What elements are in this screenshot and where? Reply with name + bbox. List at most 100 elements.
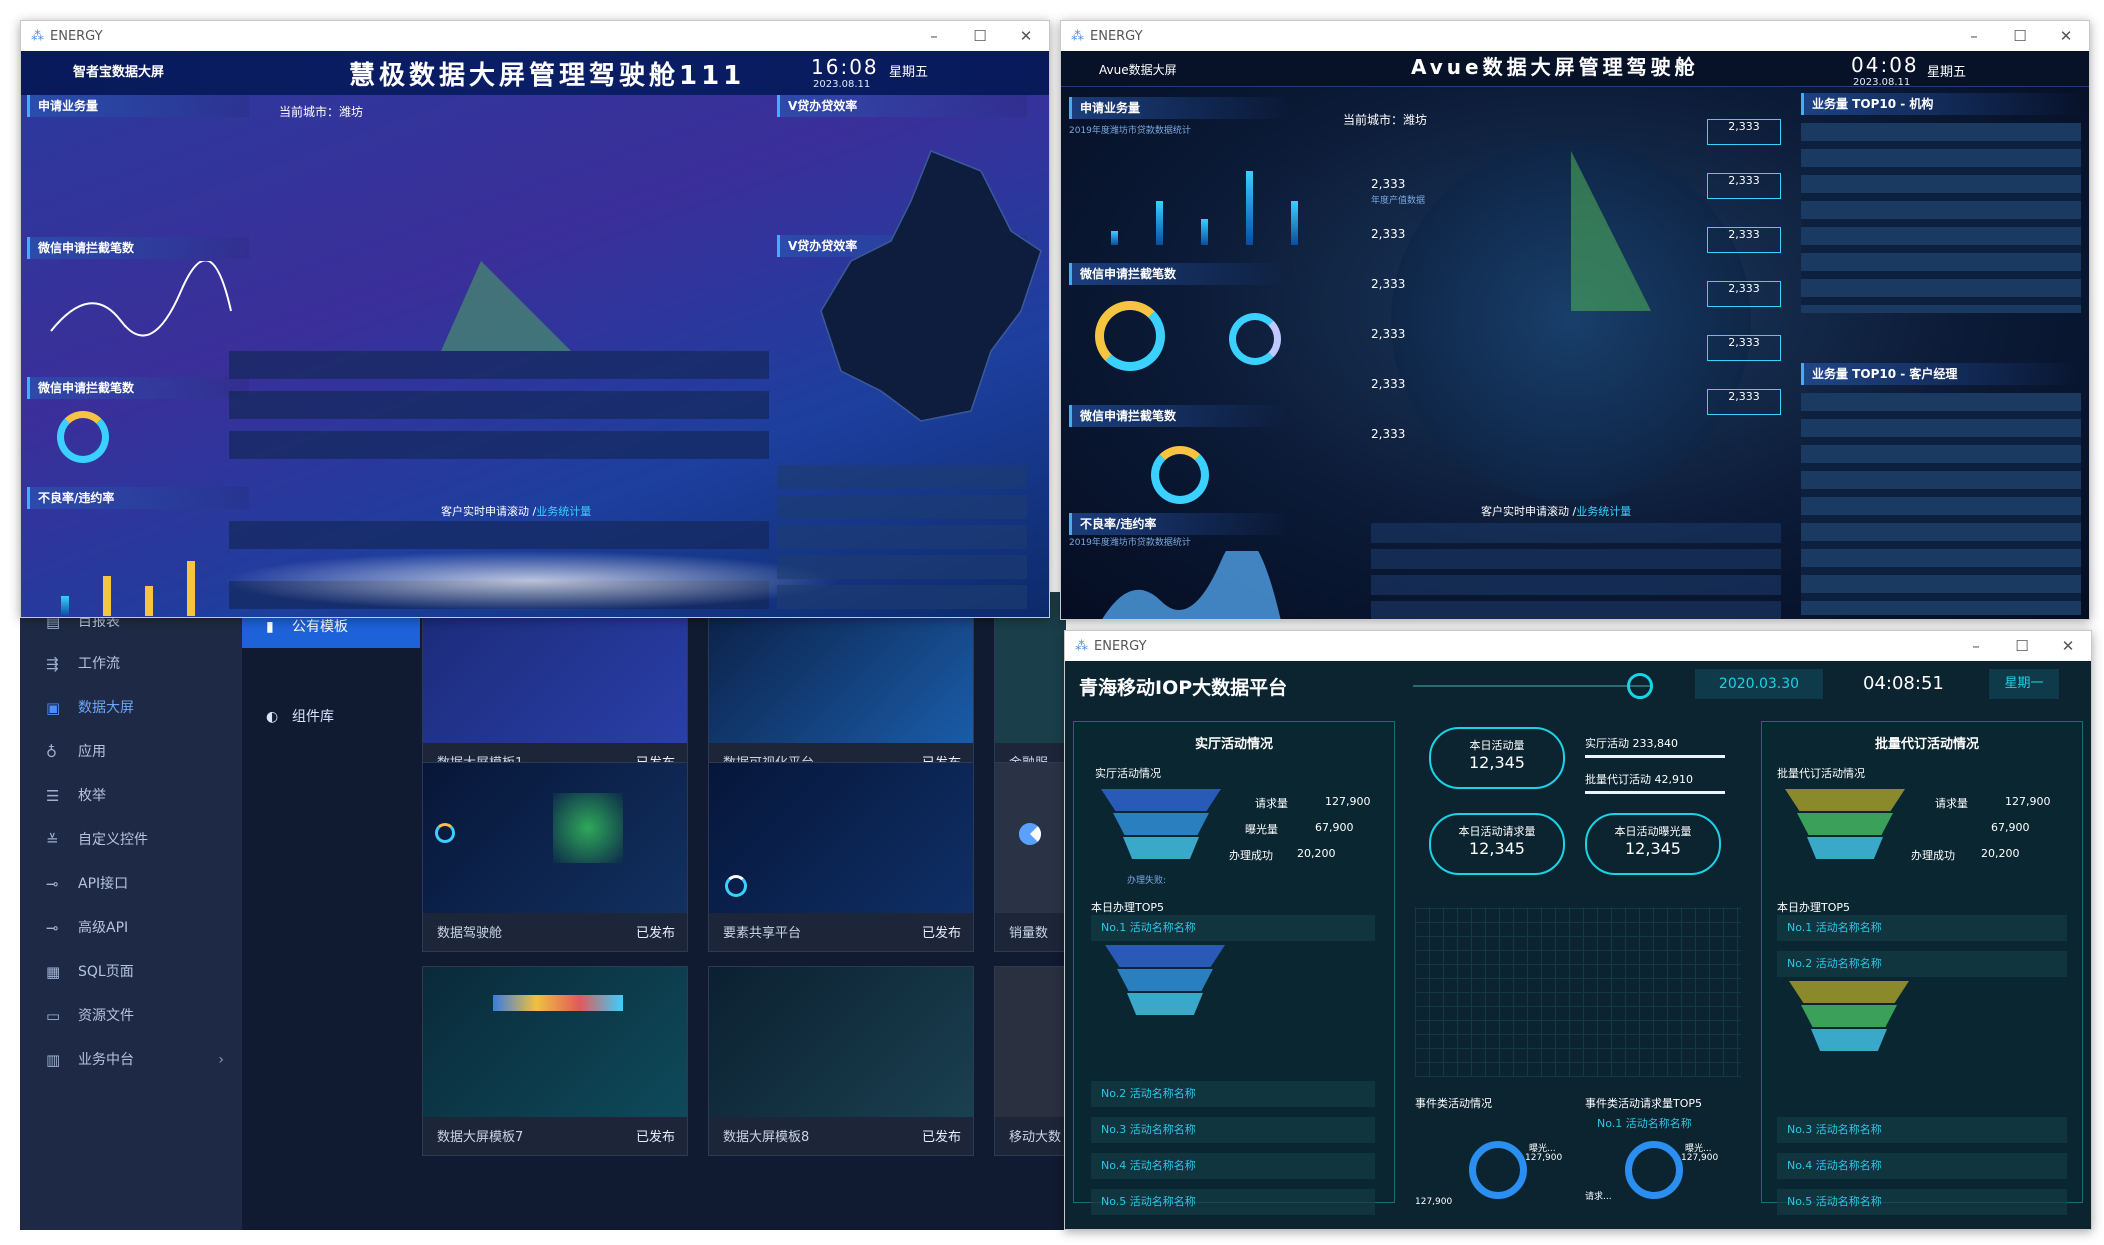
close-icon[interactable]: ✕ xyxy=(2045,631,2091,661)
panel-subtitle: 实厅活动情况 xyxy=(1095,767,1161,780)
template-card[interactable]: 数据可视化平台已发布 xyxy=(708,592,974,782)
bottom-title-text: 客户实时申请滚动 / xyxy=(1481,505,1577,518)
template-card[interactable]: 金融服 xyxy=(994,592,1066,782)
stat-box: 2,333 xyxy=(1707,335,1781,361)
header-wave xyxy=(1413,685,1653,687)
window-app-name: ENERGY xyxy=(50,28,103,44)
table-row xyxy=(1371,549,1781,569)
sidebar-item-label: 枚举 xyxy=(78,788,106,804)
app-icon: ♁ xyxy=(46,743,57,761)
list-item[interactable]: No.1 活动名称名称 xyxy=(1597,1115,1692,1131)
sidebar-item-label: 应用 xyxy=(78,744,106,760)
template-gallery: ▮公有模板 ◐组件库 数据大屏模板1已发布 数据可视化平台已发布 金融服 数据驾… xyxy=(242,592,1066,1230)
tab-components[interactable]: ◐ 组件库 xyxy=(242,696,420,738)
funnel-segment xyxy=(1127,993,1203,1015)
template-name: 数据大屏模板7 xyxy=(437,1130,524,1145)
list-item[interactable]: No.4 活动名称名称 xyxy=(1091,1153,1375,1179)
funnel-segment xyxy=(1117,969,1213,991)
sidebar-item-screen[interactable]: ▣ 数据大屏 xyxy=(20,686,242,730)
sidebar-item-file[interactable]: ▭ 资源文件 xyxy=(20,994,242,1038)
sidebar-item-business[interactable]: ▥ 业务中台 › xyxy=(20,1038,242,1082)
close-icon[interactable]: ✕ xyxy=(1003,21,1049,51)
sidebar-item-enum[interactable]: ☰ 枚举 xyxy=(20,774,242,818)
energy-logo-icon: ⁂ xyxy=(1075,638,1088,654)
list-item[interactable]: No.4 活动名称名称 xyxy=(1777,1153,2067,1179)
template-name: 移动大数 xyxy=(1009,1130,1062,1145)
bar-mark xyxy=(145,586,153,616)
funnel-segment xyxy=(1797,813,1893,835)
sidebar-item-app[interactable]: ♁ 应用 xyxy=(20,730,242,774)
sidebar-item-control[interactable]: ≚ 自定义控件 xyxy=(20,818,242,862)
table-row xyxy=(229,391,769,419)
metric-label: 曝光量 xyxy=(1245,823,1278,836)
close-icon[interactable]: ✕ xyxy=(2043,21,2089,51)
ring-chart xyxy=(1095,301,1165,371)
bar-mark xyxy=(187,561,195,616)
api-adv-icon: ⊸ xyxy=(46,919,59,937)
window-titlebar[interactable]: ⁂ ENERGY – ☐ ✕ xyxy=(1061,21,2089,51)
sidebar-item-api[interactable]: ⊸ API接口 xyxy=(20,862,242,906)
maximize-icon[interactable]: ☐ xyxy=(1997,21,2043,51)
ring-label: 请求... xyxy=(1585,1192,1612,1202)
bar-mark xyxy=(103,576,111,616)
sidebar-item-workflow[interactable]: ⇶ 工作流 xyxy=(20,642,242,686)
table-row xyxy=(229,351,769,379)
sidebar-item-sql[interactable]: ▦ SQL页面 xyxy=(20,950,242,994)
window-titlebar[interactable]: ⁂ ENERGY – ☐ ✕ xyxy=(1065,631,2091,661)
template-thumbnail xyxy=(709,763,973,913)
template-card[interactable]: 数据大屏模板1已发布 xyxy=(422,592,688,782)
window-huiji-dashboard: ⁂ ENERGY – ☐ ✕ 智者宝数据大屏 慧极数据大屏管理驾驶舱111 16:… xyxy=(20,20,1050,618)
control-icon: ≚ xyxy=(46,831,59,849)
ring-label: 127,900 xyxy=(1415,1197,1453,1207)
bottom-title-link[interactable]: 业务统计量 xyxy=(536,505,591,518)
ring-chart xyxy=(57,411,109,463)
kpi-exposure: 本日活动曝光量 12,345 xyxy=(1585,813,1721,875)
minimize-icon[interactable]: – xyxy=(1951,21,1997,51)
pie-chart xyxy=(1019,823,1041,845)
template-thumbnail xyxy=(995,763,1066,913)
list-item[interactable]: No.3 活动名称名称 xyxy=(1091,1117,1375,1143)
bar-mark xyxy=(1111,231,1118,245)
list-item[interactable]: No.3 活动名称名称 xyxy=(1777,1117,2067,1143)
template-card[interactable]: 数据大屏模板7 已发布 xyxy=(422,966,688,1156)
list-item[interactable]: No.1 活动名称名称 xyxy=(1777,915,2067,941)
list-item[interactable]: No.2 活动名称名称 xyxy=(1777,951,2067,977)
area-chart xyxy=(1102,551,1281,619)
maximize-icon[interactable]: ☐ xyxy=(957,21,1003,51)
template-card[interactable]: 移动大数 xyxy=(994,966,1066,1156)
list-item[interactable]: No.5 活动名称名称 xyxy=(1777,1189,2067,1215)
sidebar-item-label: SQL页面 xyxy=(78,964,134,980)
list-item[interactable]: No.1 活动名称名称 xyxy=(1091,915,1375,941)
maximize-icon[interactable]: ☐ xyxy=(1999,631,2045,661)
stat-box: 2,333 xyxy=(1707,119,1781,145)
bottom-title-link[interactable]: 业务统计量 xyxy=(1576,505,1631,518)
template-card[interactable]: 销量数 xyxy=(994,762,1066,952)
table-row xyxy=(1371,523,1781,543)
minimize-icon[interactable]: – xyxy=(1953,631,1999,661)
template-card[interactable]: 要素共享平台 已发布 xyxy=(708,762,974,952)
ring-chart xyxy=(1469,1141,1527,1199)
map-shape xyxy=(820,150,1042,422)
template-card[interactable]: 数据大屏模板8 已发布 xyxy=(708,966,974,1156)
template-card[interactable]: 数据驾驶舱 已发布 xyxy=(422,762,688,952)
template-thumbnail xyxy=(423,763,687,913)
clock-weekday: 星期五 xyxy=(1927,65,1967,80)
stat-box: 2,333 xyxy=(1707,227,1781,253)
dashboard-title: 慧极数据大屏管理驾驶舱111 xyxy=(349,61,746,91)
list-item[interactable]: No.5 活动名称名称 xyxy=(1091,1189,1375,1215)
sidebar-item-label: API接口 xyxy=(78,876,129,892)
clock-date: 2023.08.11 xyxy=(1853,77,1911,88)
sidebar-item-api-adv[interactable]: ⊸ 高级API xyxy=(20,906,242,950)
window-titlebar[interactable]: ⁂ ENERGY – ☐ ✕ xyxy=(21,21,1049,51)
list-item[interactable]: No.2 活动名称名称 xyxy=(1091,1081,1375,1107)
panel-title: 申请业务量 xyxy=(1069,97,1293,119)
clock-time: 16:08 xyxy=(811,55,879,79)
table-row xyxy=(777,465,1027,489)
minimize-icon[interactable]: – xyxy=(911,21,957,51)
window-iop-dashboard: ⁂ ENERGY – ☐ ✕ 青海移动IOP大数据平台 2020.03.30 04… xyxy=(1064,630,2092,1230)
chevron-right-icon: › xyxy=(218,1052,224,1068)
bar-mark xyxy=(1201,219,1208,245)
metric-value: 20,200 xyxy=(1981,847,2020,860)
metric-note: 办理失败: xyxy=(1127,876,1167,886)
sidebar-item-label: 高级API xyxy=(78,920,129,936)
